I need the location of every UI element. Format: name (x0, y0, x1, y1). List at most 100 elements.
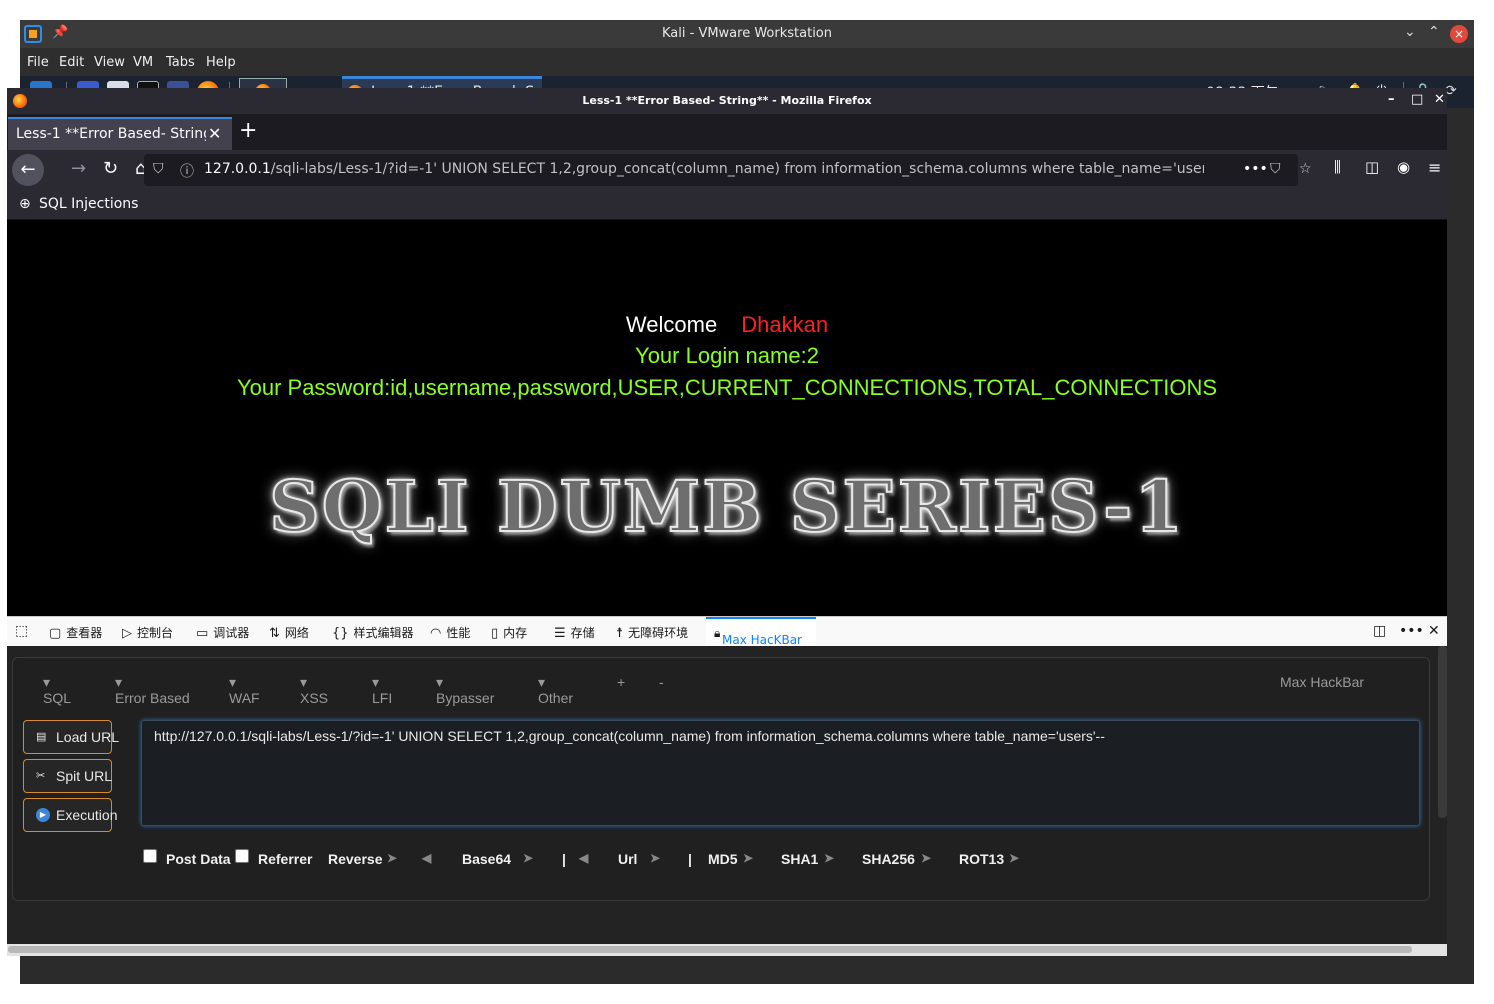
base64-encode-icon[interactable]: ➤ (523, 851, 533, 865)
accessibility-icon: ☨ (616, 626, 624, 641)
account-icon[interactable]: ◉ (1397, 158, 1410, 176)
md5-button[interactable]: MD5 (708, 851, 738, 867)
tab-title: Less-1 **Error Based- String (16, 126, 206, 142)
tab-console[interactable]: ▷ 控制台 (122, 624, 173, 641)
post-data-checkbox[interactable] (143, 849, 157, 863)
execution-button[interactable]: ▶ Execution (23, 798, 117, 832)
separator: | (562, 851, 566, 867)
tab-max-hackbar[interactable]: 🔒︎ Max HacKBar (706, 617, 816, 647)
browser-tab[interactable]: Less-1 **Error Based- String ✕ (8, 117, 232, 150)
page-content: Welcome Dhakkan Your Login name:2 Your Pa… (7, 220, 1447, 616)
element-picker-icon[interactable]: ⬚ (15, 623, 28, 639)
url-decode-icon[interactable]: ◀ (579, 851, 588, 865)
tracking-shield-icon[interactable]: ⛉ (153, 161, 164, 177)
scissors-icon: ✂ (36, 770, 46, 782)
hackbar-panel: SQL ▾ Error Based ▾ WAF ▾ XSS ▾ LFI ▾ Bypa… (12, 657, 1430, 901)
vmware-titlebar: 📌 Kali - VMware Workstation ⌄ ⌃ × (20, 20, 1474, 48)
bookmark-sql-injections[interactable]: SQL Injections (39, 196, 138, 212)
bookmarks-toolbar: ⊕ SQL Injections (7, 190, 1447, 220)
menu-tabs[interactable]: Tabs (166, 55, 195, 70)
menu-icon[interactable]: ≡ (1428, 158, 1441, 177)
forward-button[interactable]: → (71, 158, 86, 179)
menu-edit[interactable]: Edit (59, 55, 84, 70)
maximize-icon[interactable]: □ (1411, 92, 1423, 107)
reload-button[interactable]: ↻ (103, 158, 118, 179)
referrer-label: Referrer (258, 851, 313, 867)
vmware-menubar: File Edit View VM Tabs Help (20, 48, 1474, 76)
devtools-menu-icon[interactable]: ••• (1399, 623, 1424, 639)
rot13-button[interactable]: ROT13 (959, 851, 1004, 867)
sha1-arrow-icon: ➤ (824, 851, 835, 865)
sha1-button[interactable]: SHA1 (781, 851, 818, 867)
hackbar-url-input[interactable]: http://127.0.0.1/sqli-labs/Less-1/?id=-1… (141, 720, 1420, 826)
close-icon[interactable]: ✕ (1434, 92, 1445, 107)
storage-icon: ☰ (554, 626, 566, 641)
hackbar-options: Post Data Referrer Reverse ➤ ◀ Base64 ➤ … (141, 846, 1420, 870)
menu-view[interactable]: View (94, 55, 125, 70)
globe-icon: ⊕ (19, 196, 31, 212)
arrow-right-icon: ➤ (387, 851, 398, 865)
pocket-icon[interactable]: ⛉ (1270, 161, 1281, 177)
reverse-button[interactable]: Reverse (328, 851, 383, 867)
chevron-up-icon[interactable]: ⌃ (1428, 24, 1440, 40)
menu-sql[interactable]: SQL ▾ (43, 674, 71, 706)
inspector-icon: ▢ (49, 626, 62, 641)
arrow-left-icon[interactable]: ◀ (422, 851, 431, 865)
tab-accessibility[interactable]: ☨ 无障碍环境 (616, 624, 688, 641)
hackbar-brand: Max HackBar (1280, 674, 1365, 690)
close-devtools-icon[interactable]: ✕ (1428, 623, 1440, 639)
remove-button[interactable]: - (659, 674, 664, 690)
load-url-button[interactable]: ▤ Load URL (23, 720, 119, 754)
add-button[interactable]: + (617, 674, 625, 690)
chevron-down-icon[interactable]: ⌄ (1404, 24, 1416, 40)
md5-arrow-icon: ➤ (743, 851, 754, 865)
menu-file[interactable]: File (27, 55, 49, 70)
url-host: 127.0.0.1 (204, 161, 271, 177)
url-bar[interactable]: ⛉ ⓘ 127.0.0.1/sqli-labs/Less-1/?id=-1' U… (144, 154, 1312, 186)
minimize-icon[interactable]: – (1388, 92, 1395, 107)
tab-inspector[interactable]: ▢ 查看器 (49, 624, 102, 641)
tab-debugger[interactable]: ▭ 调试器 (196, 624, 249, 641)
firefox-tabstrip: Less-1 **Error Based- String ✕ + (7, 114, 1447, 150)
console-icon: ▷ (122, 626, 132, 641)
bookmark-star-icon[interactable]: ☆ (1299, 161, 1312, 177)
horizontal-scrollbar[interactable] (8, 946, 1412, 953)
split-url-button[interactable]: ✂ Spit URL (23, 759, 112, 793)
memory-icon: ▯ (491, 626, 499, 641)
menu-waf[interactable]: WAF ▾ (229, 674, 260, 706)
firefox-titlebar: Less-1 **Error Based- String** - Mozilla… (7, 88, 1447, 114)
library-icon[interactable]: ⫼ (1334, 158, 1341, 176)
tab-storage[interactable]: ☰ 存储 (554, 624, 595, 641)
vmware-title: Kali - VMware Workstation (662, 26, 832, 41)
menu-other[interactable]: Other ▾ (538, 674, 573, 706)
url-path: /sqli-labs/Less-1/?id=-1' UNION SELECT 1… (270, 161, 1204, 177)
load-icon: ▤ (36, 731, 47, 743)
tab-style-editor[interactable]: {} 样式编辑器 (332, 624, 414, 641)
page-actions-icon[interactable]: ••• (1243, 161, 1268, 177)
close-tab-icon[interactable]: ✕ (208, 124, 398, 143)
dock-options-icon[interactable]: ◫ (1373, 623, 1386, 639)
separator: | (688, 851, 692, 867)
menu-bypasser[interactable]: Bypasser ▾ (436, 674, 494, 706)
menu-help[interactable]: Help (206, 55, 236, 70)
sidebar-icon[interactable]: ◫ (1365, 158, 1379, 176)
menu-xss[interactable]: XSS ▾ (300, 674, 328, 706)
tab-performance[interactable]: ◠ 性能 (430, 624, 470, 641)
vertical-scrollbar[interactable] (1438, 646, 1447, 818)
menu-lfi[interactable]: LFI ▾ (372, 674, 392, 706)
sha256-button[interactable]: SHA256 (862, 851, 915, 867)
url-encode-icon[interactable]: ➤ (650, 851, 660, 865)
site-info-icon[interactable]: ⓘ (180, 161, 194, 181)
hackbar-menu: SQL ▾ Error Based ▾ WAF ▾ XSS ▾ LFI ▾ Bypa… (13, 658, 1429, 708)
tab-memory[interactable]: ▯ 内存 (491, 624, 527, 641)
welcome-line: Welcome Dhakkan (7, 312, 1447, 338)
user-name: Dhakkan (741, 312, 829, 337)
new-tab-button[interactable]: + (239, 118, 257, 143)
back-button[interactable]: ← (12, 154, 44, 186)
menu-error-based[interactable]: Error Based ▾ (115, 674, 190, 706)
debugger-icon: ▭ (196, 626, 209, 641)
referrer-checkbox[interactable] (235, 849, 249, 863)
menu-vm[interactable]: VM (133, 55, 153, 70)
tab-network[interactable]: ⇅ 网络 (269, 624, 309, 641)
close-icon[interactable]: × (1450, 25, 1468, 43)
